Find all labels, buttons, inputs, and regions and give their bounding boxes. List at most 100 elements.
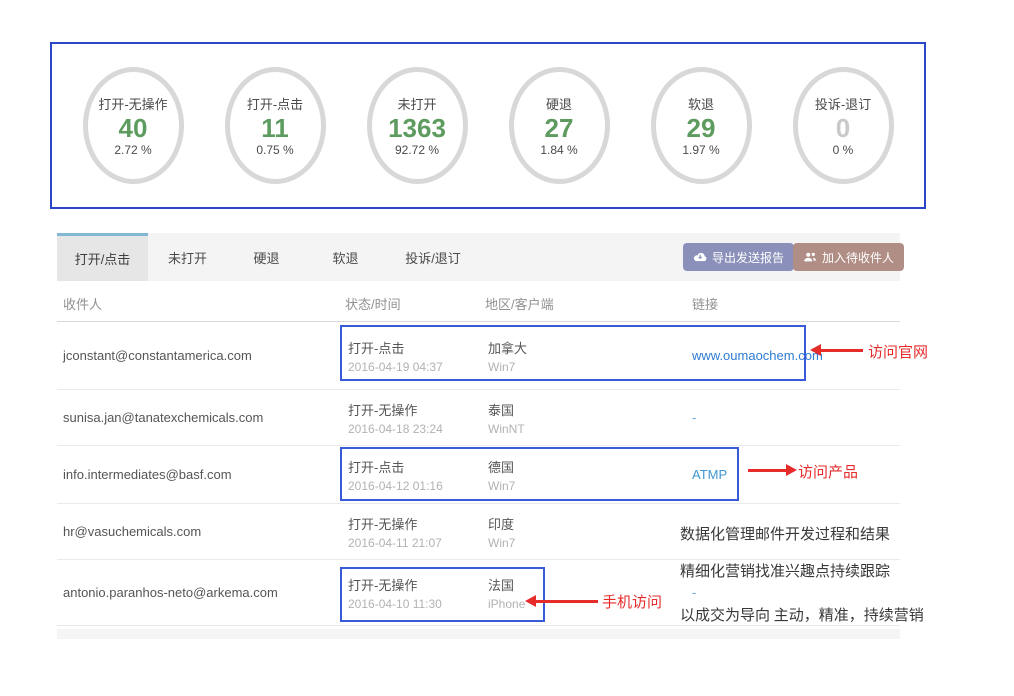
status-time-cell: 打开-无操作 2016-04-10 11:30 — [345, 575, 485, 611]
stat-percent: 1.84 % — [540, 143, 577, 157]
annotation-note-row4: 数据化管理邮件开发过程和结果 — [680, 523, 890, 544]
status-text: 打开-点击 — [348, 457, 485, 476]
add-recipients-label: 加入待收件人 — [822, 249, 894, 266]
table-row: sunisa.jan@tanatexchemicals.com 打开-无操作 2… — [57, 390, 900, 446]
stat-label: 软退 — [688, 94, 714, 113]
region-client-cell: 加拿大 Win7 — [485, 338, 680, 374]
link-cell: - — [680, 410, 900, 425]
result-tabstrip: 打开/点击 未打开 硬退 软退 投诉/退订 导出发送报告 — [57, 233, 900, 281]
region-text: 泰国 — [488, 400, 680, 419]
arrowhead-right — [786, 464, 797, 476]
stat-percent: 0 % — [833, 143, 854, 157]
annotation-note-row5-line2: 以成交为导向 主动，精准，持续营销 — [680, 604, 924, 625]
link-empty-dash: - — [692, 585, 696, 600]
status-timestamp: 2016-04-19 04:37 — [348, 360, 485, 374]
arrow-right-icon — [748, 464, 797, 476]
stat-label: 投诉-退订 — [815, 94, 871, 113]
export-report-label: 导出发送报告 — [712, 249, 784, 266]
link-cell: www.oumaochem.com — [680, 348, 900, 363]
arrowhead-left — [525, 595, 536, 607]
region-text: 印度 — [488, 514, 680, 533]
stat-value: 1363 — [388, 114, 446, 143]
add-recipients-button[interactable]: 加入待收件人 — [793, 243, 904, 271]
stat-open-click: 打开-点击 11 0.75 % — [225, 67, 326, 184]
link-cell: - — [680, 585, 900, 600]
client-text: Win7 — [488, 479, 680, 493]
stat-value: 27 — [545, 114, 574, 143]
header-link: 链接 — [680, 294, 900, 313]
export-report-button[interactable]: 导出发送报告 — [683, 243, 794, 271]
status-time-cell: 打开-无操作 2016-04-18 23:24 — [345, 400, 485, 436]
tab-soft-bounce[interactable]: 软退 — [306, 233, 385, 281]
cloud-download-icon — [693, 251, 707, 263]
stat-label: 硬退 — [546, 94, 572, 113]
status-text: 打开-无操作 — [348, 514, 485, 533]
annotation-mobile-visit: 手机访问 — [602, 591, 662, 612]
table-footer-band — [57, 629, 900, 639]
recipient-email: sunisa.jan@tanatexchemicals.com — [57, 410, 345, 425]
status-timestamp: 2016-04-12 01:16 — [348, 479, 485, 493]
link-empty-dash: - — [692, 410, 696, 425]
status-text: 打开-无操作 — [348, 400, 485, 419]
header-recipient: 收件人 — [57, 294, 345, 313]
client-text: WinNT — [488, 422, 680, 436]
tab-hard-bounce[interactable]: 硬退 — [227, 233, 306, 281]
stat-label: 打开-无操作 — [98, 94, 167, 113]
arrow-shaft — [821, 349, 863, 352]
email-report-page: 打开-无操作 40 2.72 % 打开-点击 11 0.75 % 未打开 136… — [0, 0, 1014, 696]
stat-unopened: 未打开 1363 92.72 % — [367, 67, 468, 184]
region-text: 加拿大 — [488, 338, 680, 357]
stat-complaint-unsubscribe: 投诉-退订 0 0 % — [793, 67, 894, 184]
stat-percent: 2.72 % — [114, 143, 151, 157]
stats-summary-box: 打开-无操作 40 2.72 % 打开-点击 11 0.75 % 未打开 136… — [50, 42, 926, 209]
product-link[interactable]: ATMP — [692, 467, 727, 482]
region-text: 德国 — [488, 457, 680, 476]
status-text: 打开-点击 — [348, 338, 485, 357]
annotation-visit-website: 访问官网 — [868, 341, 928, 362]
status-time-cell: 打开-无操作 2016-04-11 21:07 — [345, 514, 485, 550]
recipient-email: info.intermediates@basf.com — [57, 467, 345, 482]
status-timestamp: 2016-04-18 23:24 — [348, 422, 485, 436]
recipient-email: jconstant@constantamerica.com — [57, 348, 345, 363]
stat-percent: 1.97 % — [682, 143, 719, 157]
stat-label: 未打开 — [397, 94, 436, 113]
stat-soft-bounce: 软退 29 1.97 % — [651, 67, 752, 184]
region-client-cell: 泰国 WinNT — [485, 400, 680, 436]
stat-value: 11 — [261, 114, 289, 143]
region-client-cell: 印度 Win7 — [485, 514, 680, 550]
status-timestamp: 2016-04-10 11:30 — [348, 597, 485, 611]
arrow-left-icon — [525, 595, 598, 607]
tab-open-click[interactable]: 打开/点击 — [57, 233, 148, 281]
stat-value: 0 — [836, 114, 850, 143]
arrowhead-left — [810, 344, 821, 356]
stat-percent: 0.75 % — [256, 143, 293, 157]
users-icon — [803, 251, 817, 263]
status-time-cell: 打开-点击 2016-04-12 01:16 — [345, 457, 485, 493]
stat-hard-bounce: 硬退 27 1.84 % — [509, 67, 610, 184]
stat-value: 29 — [687, 114, 716, 143]
recipient-email: hr@vasuchemicals.com — [57, 524, 345, 539]
stat-label: 打开-点击 — [247, 94, 303, 113]
stat-percent: 92.72 % — [395, 143, 439, 157]
stat-open-no-action: 打开-无操作 40 2.72 % — [83, 67, 184, 184]
tab-unopened[interactable]: 未打开 — [148, 233, 227, 281]
table-row: jconstant@constantamerica.com 打开-点击 2016… — [57, 322, 900, 390]
arrow-shaft — [536, 600, 598, 603]
table-header-row: 收件人 状态/时间 地区/客户端 链接 — [57, 285, 900, 322]
tab-complaint-unsubscribe[interactable]: 投诉/退订 — [385, 233, 481, 281]
website-link[interactable]: www.oumaochem.com — [692, 348, 823, 363]
client-text: Win7 — [488, 536, 680, 550]
stat-value: 40 — [119, 114, 148, 143]
region-client-cell: 德国 Win7 — [485, 457, 680, 493]
header-region-client: 地区/客户端 — [485, 294, 680, 313]
header-status-time: 状态/时间 — [345, 294, 485, 313]
status-timestamp: 2016-04-11 21:07 — [348, 536, 485, 550]
status-text: 打开-无操作 — [348, 575, 485, 594]
status-time-cell: 打开-点击 2016-04-19 04:37 — [345, 338, 485, 374]
annotation-visit-product: 访问产品 — [798, 461, 858, 482]
recipient-email: antonio.paranhos-neto@arkema.com — [57, 585, 345, 600]
annotation-note-row5-line1: 精细化营销找准兴趣点持续跟踪 — [680, 560, 890, 581]
arrow-shaft — [748, 469, 786, 472]
client-text: Win7 — [488, 360, 680, 374]
arrow-left-icon — [810, 344, 863, 356]
